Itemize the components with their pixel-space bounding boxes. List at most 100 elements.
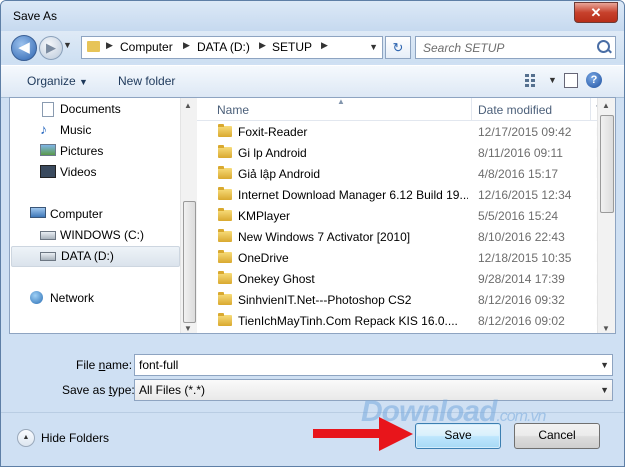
table-row[interactable]: Foxit-Reader12/17/2015 09:42F xyxy=(197,122,603,143)
sidebar-item-data-d[interactable]: DATA (D:) xyxy=(11,246,180,267)
chevron-right-icon[interactable]: ▶ xyxy=(106,40,113,51)
search-input[interactable]: Search SETUP xyxy=(423,41,504,55)
preview-pane-icon[interactable] xyxy=(564,73,578,88)
chevron-down-icon[interactable]: ▼ xyxy=(600,360,609,370)
file-name-cell: Gi lp Android xyxy=(238,146,307,160)
table-row[interactable]: Giả lập Android4/8/2016 15:17F xyxy=(197,164,603,185)
help-icon[interactable]: ? xyxy=(586,72,602,88)
breadcrumb-setup[interactable]: SETUP xyxy=(272,40,312,54)
sidebar-item-documents[interactable]: Documents xyxy=(40,100,170,119)
chevron-right-icon[interactable]: ▶ xyxy=(183,40,190,51)
sidebar-scrollbar[interactable]: ▲ ▼ xyxy=(180,98,197,333)
navigation-pane: Documents ♪ Music Pictures Videos Comput… xyxy=(10,98,181,333)
file-name-cell: OneDrive xyxy=(238,251,289,265)
hide-folders-label: Hide Folders xyxy=(41,431,110,445)
refresh-button[interactable]: ↻ xyxy=(385,36,411,59)
file-date-cell: 12/16/2015 12:34 xyxy=(478,188,572,202)
file-name-input[interactable]: font-full ▼ xyxy=(134,354,613,376)
music-icon: ♪ xyxy=(40,121,47,137)
sidebar-item-music[interactable]: ♪ Music xyxy=(40,121,170,140)
file-date-cell: 8/12/2016 09:02 xyxy=(478,314,565,328)
table-row[interactable]: TienIchMayTinh.Com Repack KIS 16.0.... 8/… xyxy=(197,311,603,332)
folder-icon xyxy=(218,187,232,200)
chevron-down-icon: ▼ xyxy=(79,77,88,87)
drive-c-icon xyxy=(40,231,56,240)
file-name-cell: TienIchMayTinh.Com Repack KIS 16.0.... xyxy=(238,314,458,328)
file-name-cell: Foxit-Reader xyxy=(238,125,308,139)
new-folder-button[interactable]: New folder xyxy=(118,74,175,88)
sidebar-item-computer[interactable]: Computer xyxy=(30,205,170,224)
arrow-shaft xyxy=(313,429,383,438)
scroll-down-icon[interactable]: ▼ xyxy=(602,324,610,333)
table-row[interactable]: Onekey Ghost9/28/2014 17:39F xyxy=(197,269,603,290)
file-list-scrollbar[interactable]: ▲ ▼ xyxy=(597,98,615,333)
scrollbar-thumb[interactable] xyxy=(600,115,614,213)
table-row[interactable]: OneDrive12/18/2015 10:35F xyxy=(197,248,603,269)
column-header: ▲ Name Date modified T xyxy=(197,98,603,121)
column-divider[interactable] xyxy=(471,98,472,120)
pictures-icon xyxy=(40,144,56,156)
scrollbar-thumb[interactable] xyxy=(183,201,196,323)
organize-label: Organize xyxy=(27,74,76,88)
file-date-cell: 12/17/2015 09:42 xyxy=(478,125,572,139)
folder-icon xyxy=(218,208,232,221)
sidebar-item-label: Music xyxy=(60,123,92,137)
views-icon[interactable] xyxy=(525,74,537,87)
sidebar-item-label: Computer xyxy=(50,207,103,221)
sidebar-item-windows-c[interactable]: WINDOWS (C:) xyxy=(40,226,170,245)
column-name[interactable]: Name xyxy=(217,103,249,117)
chevron-right-icon[interactable]: ▶ xyxy=(321,40,328,51)
folder-icon xyxy=(218,250,232,263)
folder-icon xyxy=(218,271,232,284)
navigation-bar: ◀ ▶ ▼ ▶ Computer ▶ DATA (D:) ▶ SETUP ▶ ▼… xyxy=(1,31,624,63)
sort-ascending-icon: ▲ xyxy=(337,98,345,106)
table-row[interactable]: KMPlayer5/5/2016 15:24F xyxy=(197,206,603,227)
sidebar-item-videos[interactable]: Videos xyxy=(40,163,170,182)
folder-icon xyxy=(218,229,232,242)
table-row[interactable]: New Windows 7 Activator [2010] 8/10/2016 … xyxy=(197,227,603,248)
table-row[interactable]: Gi lp Android8/11/2016 09:11F xyxy=(197,143,603,164)
arrow-head xyxy=(379,417,413,451)
file-date-cell: 12/18/2015 10:35 xyxy=(478,251,572,265)
breadcrumb-data-d[interactable]: DATA (D:) xyxy=(197,40,250,54)
folder-icon xyxy=(218,292,232,305)
network-icon xyxy=(30,291,43,304)
chevron-down-icon[interactable]: ▼ xyxy=(369,42,378,52)
sidebar-item-label: DATA (D:) xyxy=(61,249,114,263)
file-name-value: font-full xyxy=(139,358,179,372)
scroll-up-icon[interactable]: ▲ xyxy=(602,101,610,110)
table-row[interactable]: Internet Download Manager 6.12 Build 19.… xyxy=(197,185,603,206)
title-bar: Save As ✕ xyxy=(1,1,624,31)
close-button[interactable]: ✕ xyxy=(574,2,618,23)
search-box[interactable]: Search SETUP xyxy=(415,36,616,59)
scroll-down-icon[interactable]: ▼ xyxy=(184,324,192,333)
column-date-modified[interactable]: Date modified xyxy=(478,103,552,117)
file-name-label: File name: xyxy=(76,358,132,372)
folder-icon xyxy=(87,41,100,52)
back-button[interactable]: ◀ xyxy=(11,35,37,61)
organize-button[interactable]: Organize ▼ xyxy=(27,74,88,88)
scroll-up-icon[interactable]: ▲ xyxy=(184,101,192,110)
search-icon[interactable] xyxy=(597,40,610,53)
chevron-down-icon[interactable]: ▼ xyxy=(600,385,609,395)
history-dropdown-icon[interactable]: ▼ xyxy=(63,40,72,50)
column-divider[interactable] xyxy=(590,98,591,120)
file-list: ▲ Name Date modified T Foxit-Reader 12/17… xyxy=(197,98,615,333)
file-name-label-text: File name: xyxy=(76,358,133,372)
breadcrumb-computer[interactable]: Computer xyxy=(120,40,173,54)
address-bar[interactable]: ▶ Computer ▶ DATA (D:) ▶ SETUP ▶ ▼ xyxy=(81,36,383,59)
forward-button[interactable]: ▶ xyxy=(39,36,63,60)
computer-icon xyxy=(30,207,46,218)
table-row[interactable]: SinhvienIT.Net---Photoshop CS2 8/12/2016 … xyxy=(197,290,603,311)
chevron-down-icon[interactable]: ▼ xyxy=(548,75,557,85)
drive-d-icon xyxy=(40,252,56,261)
file-name-cell: SinhvienIT.Net---Photoshop CS2 xyxy=(238,293,412,307)
sidebar-item-label: Pictures xyxy=(60,144,104,158)
sidebar-item-label: Network xyxy=(50,291,95,305)
chevron-up-icon: ▲ xyxy=(17,429,35,447)
file-name-cell: Onekey Ghost xyxy=(238,272,315,286)
chevron-right-icon[interactable]: ▶ xyxy=(259,40,266,51)
sidebar-item-label: Videos xyxy=(60,165,97,179)
sidebar-item-pictures[interactable]: Pictures xyxy=(40,142,170,161)
sidebar-item-network[interactable]: Network xyxy=(30,289,170,308)
